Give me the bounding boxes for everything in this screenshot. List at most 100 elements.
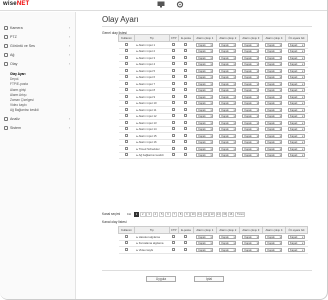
alarm-output-select[interactable]: Kapalı	[242, 114, 260, 119]
use-checkbox[interactable]	[125, 101, 129, 105]
email-checkbox[interactable]	[184, 140, 188, 144]
page-8[interactable]: 8	[177, 212, 184, 217]
sidebar-subitem-0[interactable]: Olay Ayarı	[10, 72, 26, 76]
use-checkbox[interactable]	[125, 153, 129, 157]
preset-select[interactable]: Kapalı	[287, 94, 305, 99]
alarm-output-select[interactable]: Kapalı	[242, 55, 260, 60]
alarm-output-select[interactable]: Kapalı	[265, 88, 283, 93]
preset-select[interactable]: Kapalı	[287, 55, 305, 60]
email-checkbox[interactable]	[184, 241, 188, 245]
preset-select[interactable]: Kapalı	[287, 88, 305, 93]
alarm-output-select[interactable]: Kapalı	[196, 94, 214, 99]
alarm-output-select[interactable]: Kapalı	[265, 75, 283, 80]
email-checkbox[interactable]	[184, 49, 188, 53]
alarm-output-select[interactable]: Kapalı	[242, 107, 260, 112]
sidebar-subitem-2[interactable]: FTP/E-posta	[10, 82, 28, 86]
ftp-checkbox[interactable]	[172, 140, 176, 144]
preset-select[interactable]: Kapalı	[287, 127, 305, 132]
alarm-output-select[interactable]: Kapalı	[196, 55, 214, 60]
alarm-output-select[interactable]: Kapalı	[196, 49, 214, 54]
email-checkbox[interactable]	[184, 133, 188, 137]
ftp-checkbox[interactable]	[172, 101, 176, 105]
alarm-output-select[interactable]: Kapalı	[265, 55, 283, 60]
use-checkbox[interactable]	[125, 120, 129, 124]
preset-select[interactable]: Kapalı	[287, 42, 305, 47]
alarm-output-select[interactable]: Kapalı	[219, 55, 237, 60]
email-checkbox[interactable]	[184, 101, 188, 105]
alarm-output-select[interactable]: Kapalı	[196, 153, 214, 158]
alarm-output-select[interactable]: Kapalı	[219, 146, 237, 151]
ftp-checkbox[interactable]	[172, 49, 176, 53]
page-9[interactable]: 9	[184, 212, 190, 217]
use-checkbox[interactable]	[125, 62, 129, 66]
use-checkbox[interactable]	[125, 107, 129, 111]
alarm-output-select[interactable]: Kapalı	[242, 94, 260, 99]
email-checkbox[interactable]	[184, 114, 188, 118]
alarm-output-select[interactable]: Kapalı	[219, 75, 237, 80]
alarm-output-select[interactable]: Kapalı	[265, 81, 283, 86]
page-3[interactable]: 3	[146, 212, 152, 217]
preset-select[interactable]: Kapalı	[287, 133, 305, 138]
alarm-output-select[interactable]: Kapalı	[242, 140, 260, 145]
alarm-output-select[interactable]: Kapalı	[219, 241, 237, 246]
preset-select[interactable]: Kapalı	[287, 101, 305, 106]
alarm-output-select[interactable]: Kapalı	[196, 247, 214, 252]
alarm-output-select[interactable]: Kapalı	[265, 114, 283, 119]
ftp-checkbox[interactable]	[172, 153, 176, 157]
alarm-output-select[interactable]: Kapalı	[196, 127, 214, 132]
preset-select[interactable]: Kapalı	[287, 68, 305, 73]
alarm-output-select[interactable]: Kapalı	[265, 241, 283, 246]
preset-select[interactable]: Kapalı	[287, 49, 305, 54]
alarm-output-select[interactable]: Kapalı	[196, 140, 214, 145]
email-checkbox[interactable]	[184, 234, 188, 238]
preset-select[interactable]: Kapalı	[287, 120, 305, 125]
use-checkbox[interactable]	[125, 114, 129, 118]
page-12[interactable]: 12	[203, 212, 209, 217]
email-checkbox[interactable]	[184, 247, 188, 251]
alarm-output-select[interactable]: Kapalı	[242, 146, 260, 151]
ftp-checkbox[interactable]	[172, 42, 176, 46]
use-checkbox[interactable]	[125, 127, 129, 131]
use-checkbox[interactable]	[125, 68, 129, 72]
sidebar-item2-1[interactable]: Sistem ›	[4, 126, 72, 131]
ftp-checkbox[interactable]	[172, 247, 176, 251]
preset-select[interactable]: Kapalı	[287, 247, 305, 252]
sidebar-item-3[interactable]: Ağ ›	[4, 53, 72, 58]
email-checkbox[interactable]	[184, 94, 188, 98]
alarm-output-select[interactable]: Kapalı	[219, 140, 237, 145]
alarm-output-select[interactable]: Kapalı	[219, 247, 237, 252]
alarm-output-select[interactable]: Kapalı	[219, 94, 237, 99]
preset-select[interactable]: Kapalı	[287, 81, 305, 86]
pager-all[interactable]: Tümü	[235, 212, 246, 217]
use-checkbox[interactable]	[125, 49, 129, 53]
ftp-checkbox[interactable]	[172, 127, 176, 131]
ftp-checkbox[interactable]	[172, 133, 176, 137]
preset-select[interactable]: Kapalı	[287, 62, 305, 67]
ftp-checkbox[interactable]	[172, 241, 176, 245]
page-7[interactable]: 7	[171, 212, 178, 217]
page-13[interactable]: 13	[209, 212, 215, 217]
preset-select[interactable]: Kapalı	[287, 241, 305, 246]
email-checkbox[interactable]	[184, 55, 188, 59]
use-checkbox[interactable]	[125, 133, 129, 137]
alarm-output-select[interactable]: Kapalı	[196, 68, 214, 73]
sidebar-subitem-7[interactable]: Ağ Bağlantısı kesildi	[10, 108, 39, 112]
alarm-output-select[interactable]: Kapalı	[196, 241, 214, 246]
alarm-output-select[interactable]: Kapalı	[219, 88, 237, 93]
email-checkbox[interactable]	[184, 75, 188, 79]
alarm-output-select[interactable]: Kapalı	[265, 101, 283, 106]
use-checkbox[interactable]	[125, 140, 129, 144]
alarm-output-select[interactable]: Kapalı	[265, 49, 283, 54]
alarm-output-select[interactable]: Kapalı	[219, 107, 237, 112]
alarm-output-select[interactable]: Kapalı	[242, 68, 260, 73]
alarm-output-select[interactable]: Kapalı	[196, 62, 214, 67]
alarm-output-select[interactable]: Kapalı	[196, 88, 214, 93]
use-checkbox[interactable]	[125, 42, 129, 46]
ftp-checkbox[interactable]	[172, 146, 176, 150]
alarm-output-select[interactable]: Kapalı	[196, 101, 214, 106]
email-checkbox[interactable]	[184, 88, 188, 92]
sidebar-item-2[interactable]: Görüntü ve Ses ›	[4, 44, 72, 49]
sidebar-subitem-4[interactable]: Alarm Artışı	[10, 93, 26, 97]
alarm-output-select[interactable]: Kapalı	[265, 94, 283, 99]
alarm-output-select[interactable]: Kapalı	[219, 133, 237, 138]
